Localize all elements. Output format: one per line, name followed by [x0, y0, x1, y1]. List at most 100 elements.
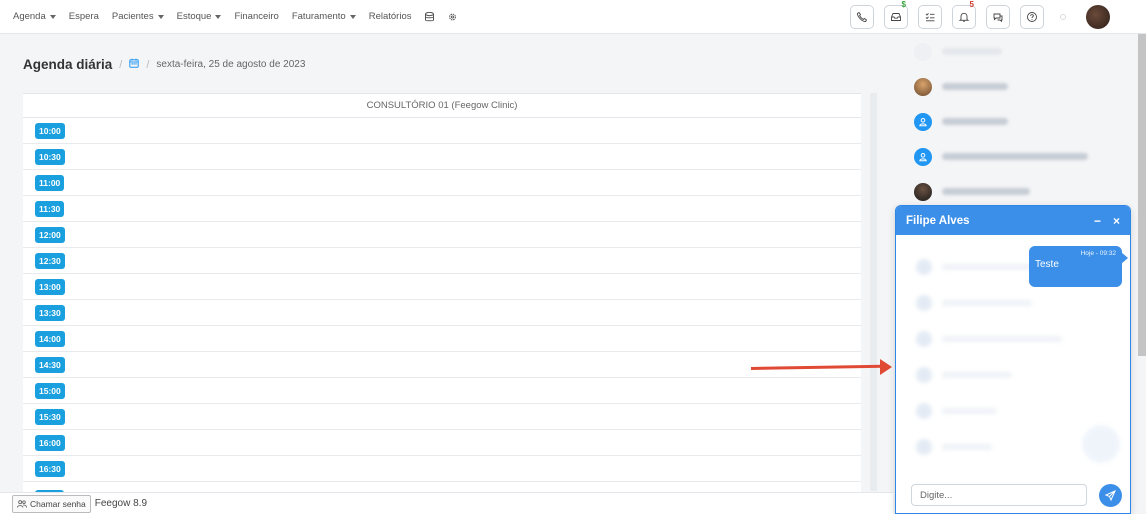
minimize-button[interactable]: −: [1094, 214, 1101, 228]
time-badge[interactable]: 13:30: [35, 304, 65, 321]
time-slot-row[interactable]: 13:00: [23, 274, 861, 300]
close-button[interactable]: ×: [1113, 214, 1120, 228]
chat-icon: [993, 13, 1003, 23]
call-ticket-button[interactable]: Chamar senha: [12, 494, 91, 513]
phone-icon: [856, 11, 868, 23]
message-time: Hoje - 09:32: [1080, 250, 1116, 257]
time-badge[interactable]: 13:00: [35, 278, 65, 295]
nav-estoque[interactable]: Estoque: [177, 11, 222, 22]
floating-action-button[interactable]: [1082, 425, 1120, 463]
help-button[interactable]: [1020, 5, 1044, 29]
time-badge[interactable]: 14:30: [35, 356, 65, 373]
contact-name-redacted: [942, 118, 1008, 125]
contact-item[interactable]: [900, 34, 1136, 69]
calendar-icon[interactable]: [129, 58, 140, 71]
tasks-button[interactable]: [918, 5, 942, 29]
user-icon: [914, 112, 932, 131]
time-slot-row[interactable]: 12:00: [23, 222, 861, 248]
time-slot-row[interactable]: 10:30: [23, 144, 861, 170]
faded-message: [916, 439, 992, 455]
annotation-arrow-head: [880, 359, 892, 375]
time-slot-row[interactable]: 14:30: [23, 352, 861, 378]
nav-espera-label: Espera: [68, 11, 99, 22]
message-text: Teste: [1035, 259, 1059, 270]
nav-agenda-label: Agenda: [13, 11, 46, 22]
time-slot-row[interactable]: 14:00: [23, 326, 861, 352]
inbox-icon: [891, 13, 901, 21]
time-badge[interactable]: 10:00: [35, 122, 65, 139]
send-icon: [1105, 489, 1117, 501]
time-badge[interactable]: 12:30: [35, 252, 65, 269]
inbox-badge: $: [901, 0, 906, 9]
nav-relatorios[interactable]: Relatórios: [369, 11, 412, 22]
time-slot-row[interactable]: 12:30: [23, 248, 861, 274]
breadcrumb-separator: /: [119, 58, 123, 71]
contact-item[interactable]: [900, 104, 1136, 139]
nav-espera[interactable]: Espera: [69, 11, 99, 22]
checklist-icon: [925, 13, 935, 22]
chat-composer: [896, 477, 1130, 513]
contact-name-redacted: [942, 188, 1030, 195]
app-version: Feegow 8.9: [94, 498, 148, 509]
agenda-scrollbar[interactable]: [870, 93, 877, 491]
time-slot-row[interactable]: 15:00: [23, 378, 861, 404]
bubble-tail: [1121, 252, 1128, 264]
message-input[interactable]: [911, 484, 1088, 506]
nav-financeiro[interactable]: Financeiro: [234, 11, 278, 22]
current-date: sexta-feira, 25 de agosto de 2023: [156, 59, 306, 70]
chevron-down-icon: [157, 14, 164, 19]
breadcrumb-separator: /: [146, 58, 150, 71]
time-slot-row[interactable]: 15:30: [23, 404, 861, 430]
page-scrollbar[interactable]: [1138, 34, 1146, 356]
time-slot-row[interactable]: 10:00: [23, 118, 861, 144]
nav-pacientes[interactable]: Pacientes: [112, 11, 164, 22]
phone-button[interactable]: [850, 5, 874, 29]
time-badge[interactable]: 14:00: [35, 330, 65, 347]
send-button[interactable]: [1099, 483, 1122, 507]
user-avatar[interactable]: [1086, 5, 1110, 29]
contact-item[interactable]: [900, 174, 1136, 209]
avatar: [914, 77, 932, 96]
notifications-badge: 5: [969, 0, 974, 9]
notifications-button[interactable]: 5: [952, 0, 976, 29]
time-badge[interactable]: 11:30: [35, 200, 65, 217]
contacts-panel: [900, 34, 1136, 214]
help-icon: [1027, 12, 1037, 22]
time-badge[interactable]: 12:00: [35, 226, 65, 243]
time-slot-row[interactable]: 16:00: [23, 430, 861, 456]
inbox-button[interactable]: $: [884, 0, 908, 29]
page-title: Agenda diária: [23, 57, 113, 72]
nav-faturamento[interactable]: Faturamento: [292, 11, 356, 22]
time-slot-row[interactable]: 16:30: [23, 456, 861, 482]
chat-contact-name: Filipe Alves: [906, 214, 970, 227]
time-badge[interactable]: 11:00: [35, 174, 65, 191]
time-badge[interactable]: 15:00: [35, 382, 65, 399]
agenda-schedule: CONSULTÓRIO 01 (Feegow Clinic) 10:00 10:3…: [23, 93, 861, 493]
faded-message: [916, 295, 1032, 311]
main-nav: Agenda Espera Pacientes Estoque Financei…: [0, 11, 471, 22]
avatar: [914, 182, 932, 201]
database-icon[interactable]: [424, 11, 434, 21]
faded-message: [916, 331, 1062, 347]
nav-agenda[interactable]: Agenda: [13, 11, 56, 22]
gear-icon[interactable]: [448, 12, 457, 21]
top-navbar: Agenda Espera Pacientes Estoque Financei…: [0, 0, 1146, 34]
time-slot-row[interactable]: 11:30: [23, 196, 861, 222]
bell-icon: [958, 12, 970, 22]
nav-relatorios-label: Relatórios: [368, 11, 412, 22]
messages-button[interactable]: [986, 5, 1010, 29]
time-badge[interactable]: 10:30: [35, 148, 65, 165]
chat-messages: Hoje - 09:32 Teste: [896, 235, 1130, 475]
contact-item[interactable]: [900, 69, 1136, 104]
time-badge[interactable]: 15:30: [35, 408, 65, 425]
time-slot-row[interactable]: 13:30: [23, 300, 861, 326]
message-bubble: Hoje - 09:32 Teste: [1029, 246, 1128, 287]
contact-item[interactable]: [900, 139, 1136, 174]
nav-faturamento-label: Faturamento: [291, 11, 346, 22]
chat-header: Filipe Alves − ×: [896, 206, 1130, 235]
contact-name-redacted: [942, 83, 1008, 90]
time-badge[interactable]: 16:00: [35, 434, 65, 451]
time-slot-row[interactable]: 11:00: [23, 170, 861, 196]
time-badge[interactable]: 16:30: [35, 460, 65, 477]
faded-message: [916, 403, 997, 419]
